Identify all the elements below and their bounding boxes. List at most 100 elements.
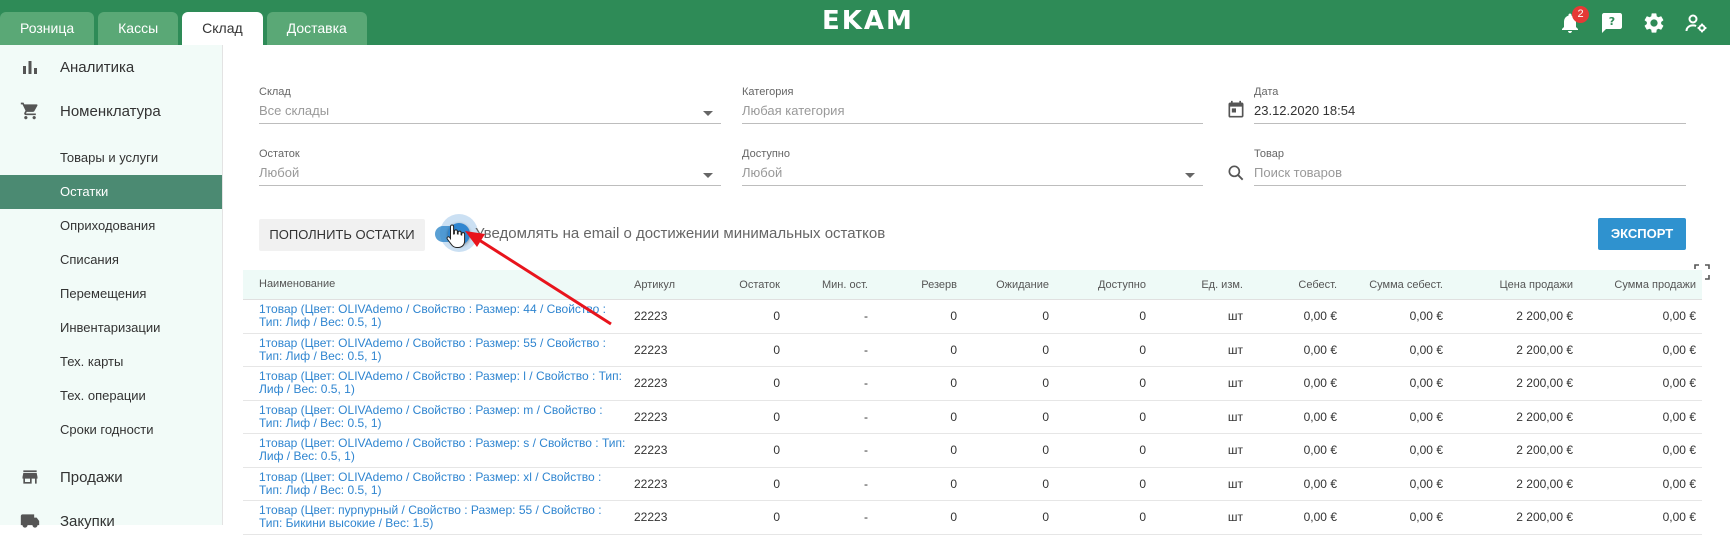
- cost-cell: 0,00 €: [1303, 342, 1337, 357]
- export-button[interactable]: ЭКСПОРТ: [1598, 218, 1686, 250]
- sidebar-item-sales[interactable]: Продажи: [0, 455, 222, 499]
- column-header-available[interactable]: Доступно: [1049, 279, 1146, 291]
- cost-sum-cell: 0,00 €: [1409, 510, 1443, 525]
- hand-cursor-icon: [446, 224, 466, 248]
- product-name-link[interactable]: 1товар (Цвет: OLIVAdemo / Свойство : Раз…: [243, 337, 626, 363]
- sidebar-item-transfers[interactable]: Перемещения: [0, 277, 222, 311]
- column-header-sale-sum[interactable]: Сумма продажи: [1573, 279, 1696, 291]
- sidebar-item-write-offs[interactable]: Списания: [0, 243, 222, 277]
- column-header-sale-price[interactable]: Цена продажи: [1443, 279, 1574, 291]
- tab-delivery[interactable]: Доставка: [266, 12, 367, 45]
- table-row[interactable]: 1товар (Цвет: пурпурный / Свойство : Раз…: [243, 501, 1702, 535]
- chevron-down-icon: [703, 111, 713, 116]
- calendar-icon[interactable]: [1226, 100, 1246, 120]
- remainder-cell: 0: [773, 409, 780, 424]
- help-chat-button[interactable]: ?: [1600, 11, 1624, 35]
- available-value: Любой: [742, 165, 783, 180]
- sidebar-item-receipts[interactable]: Оприходования: [0, 209, 222, 243]
- sale-sum-cell: 0,00 €: [1662, 342, 1696, 357]
- remainder-cell: 0: [773, 376, 780, 391]
- settings-button[interactable]: [1642, 11, 1666, 35]
- min-remainder-cell: -: [864, 376, 868, 391]
- cost-cell: 0,00 €: [1303, 476, 1337, 491]
- product-name-link[interactable]: 1товар (Цвет: OLIVAdemo / Свойство : Раз…: [243, 370, 626, 396]
- date-label: Дата: [1254, 86, 1279, 98]
- column-header-remainder[interactable]: Остаток: [696, 279, 780, 291]
- available-label: Доступно: [742, 148, 791, 160]
- table-row[interactable]: 1товар (Цвет: OLIVAdemo / Свойство : Раз…: [243, 334, 1702, 367]
- column-header-cost[interactable]: Себест.: [1243, 279, 1337, 291]
- remainder-cell: 0: [773, 309, 780, 324]
- product-name-link[interactable]: 1товар (Цвет: OLIVAdemo / Свойство : Раз…: [243, 303, 626, 329]
- tab-retail[interactable]: Розница: [0, 12, 95, 45]
- tab-cash-registers[interactable]: Кассы: [98, 12, 179, 45]
- sidebar-item-label: Аналитика: [60, 58, 135, 76]
- svg-text:?: ?: [1609, 15, 1615, 28]
- warehouse-select[interactable]: Склад Все склады: [259, 86, 721, 124]
- product-name-link[interactable]: 1товар (Цвет: OLIVAdemo / Свойство : Раз…: [243, 404, 626, 430]
- cost-sum-cell: 0,00 €: [1409, 376, 1443, 391]
- column-header-sku[interactable]: Артикул: [626, 279, 696, 291]
- column-header-name[interactable]: Наименование: [243, 278, 626, 291]
- table-row[interactable]: 1товар (Цвет: OLIVAdemo / Свойство : Раз…: [243, 401, 1702, 434]
- sidebar-item-tech-cards[interactable]: Тех. карты: [0, 345, 222, 379]
- unit-cell: шт: [1227, 376, 1243, 391]
- field-underline: [1254, 123, 1686, 124]
- sale-price-cell: 2 200,00 €: [1516, 342, 1573, 357]
- sidebar-item-purchases[interactable]: Закупки: [0, 499, 222, 543]
- remainder-value: Любой: [259, 165, 300, 180]
- user-settings-icon: [1685, 14, 1707, 33]
- reserve-cell: 0: [950, 510, 957, 525]
- product-search[interactable]: Товар Поиск товаров: [1254, 148, 1686, 186]
- column-header-unit[interactable]: Ед. изм.: [1146, 279, 1243, 291]
- table-row[interactable]: 1товар (Цвет: OLIVAdemo / Свойство : Раз…: [243, 434, 1702, 468]
- expected-cell: 0: [1042, 376, 1049, 391]
- product-name-link[interactable]: 1товар (Цвет: пурпурный / Свойство : Раз…: [243, 504, 626, 530]
- product-name-link[interactable]: 1товар (Цвет: OLIVAdemo / Свойство : Раз…: [243, 437, 626, 463]
- gear-icon: [1644, 13, 1664, 33]
- product-search-input[interactable]: Поиск товаров: [1254, 165, 1686, 185]
- sale-price-cell: 2 200,00 €: [1516, 376, 1573, 391]
- sku-cell: 22223: [634, 409, 668, 424]
- cost-cell: 0,00 €: [1303, 443, 1337, 458]
- cost-sum-cell: 0,00 €: [1409, 342, 1443, 357]
- tab-warehouse[interactable]: Склад: [182, 12, 263, 45]
- table-header: Наименование Артикул Остаток Мин. ост. Р…: [243, 270, 1702, 300]
- available-select[interactable]: Доступно Любой: [742, 148, 1203, 186]
- sidebar-item-expiry-dates[interactable]: Сроки годности: [0, 413, 222, 447]
- column-header-reserve[interactable]: Резерв: [868, 279, 957, 291]
- sku-cell: 22223: [634, 342, 668, 357]
- sidebar-item-stock-remainders[interactable]: Остатки: [0, 175, 222, 209]
- column-header-cost-sum[interactable]: Сумма себест.: [1337, 279, 1443, 291]
- cost-cell: 0,00 €: [1303, 376, 1337, 391]
- expected-cell: 0: [1042, 443, 1049, 458]
- replenish-stock-button[interactable]: ПОПОЛНИТЬ ОСТАТКИ: [259, 219, 425, 251]
- product-name-link[interactable]: 1товар (Цвет: OLIVAdemo / Свойство : Раз…: [243, 471, 626, 497]
- remainder-select[interactable]: Остаток Любой: [259, 148, 721, 186]
- table-row[interactable]: 1товар (Цвет: OLIVAdemo / Свойство : Раз…: [243, 367, 1702, 401]
- table-row[interactable]: 1товар (Цвет: OLIVAdemo / Свойство : Раз…: [243, 468, 1702, 501]
- unit-cell: шт: [1227, 409, 1243, 424]
- stock-table: Наименование Артикул Остаток Мин. ост. Р…: [243, 270, 1702, 535]
- truck-icon: [20, 514, 40, 528]
- available-cell: 0: [1139, 409, 1146, 424]
- table-row[interactable]: 1товар (Цвет: OLIVAdemo / Свойство : Раз…: [243, 300, 1702, 334]
- date-value: 23.12.2020 18:54: [1254, 103, 1356, 118]
- sidebar-item-goods-services[interactable]: Товары и услуги: [0, 141, 222, 175]
- available-cell: 0: [1139, 443, 1146, 458]
- ekam-logo[interactable]: EKAM: [822, 6, 914, 36]
- reserve-cell: 0: [950, 376, 957, 391]
- unit-cell: шт: [1227, 443, 1243, 458]
- sidebar-item-tech-operations[interactable]: Тех. операции: [0, 379, 222, 413]
- column-header-min-remainder[interactable]: Мин. ост.: [780, 279, 868, 291]
- notifications-button[interactable]: 2: [1558, 6, 1589, 35]
- date-field[interactable]: Дата 23.12.2020 18:54: [1254, 86, 1686, 124]
- category-select[interactable]: Категория Любая категория: [742, 86, 1203, 124]
- user-settings-button[interactable]: [1684, 11, 1708, 35]
- sidebar-item-nomenclature[interactable]: Номенклатура: [0, 89, 222, 133]
- column-header-expected[interactable]: Ожидание: [957, 279, 1049, 291]
- sidebar-item-inventories[interactable]: Инвентаризации: [0, 311, 222, 345]
- unit-cell: шт: [1227, 342, 1243, 357]
- cost-sum-cell: 0,00 €: [1409, 409, 1443, 424]
- sidebar-item-analytics[interactable]: Аналитика: [0, 45, 222, 89]
